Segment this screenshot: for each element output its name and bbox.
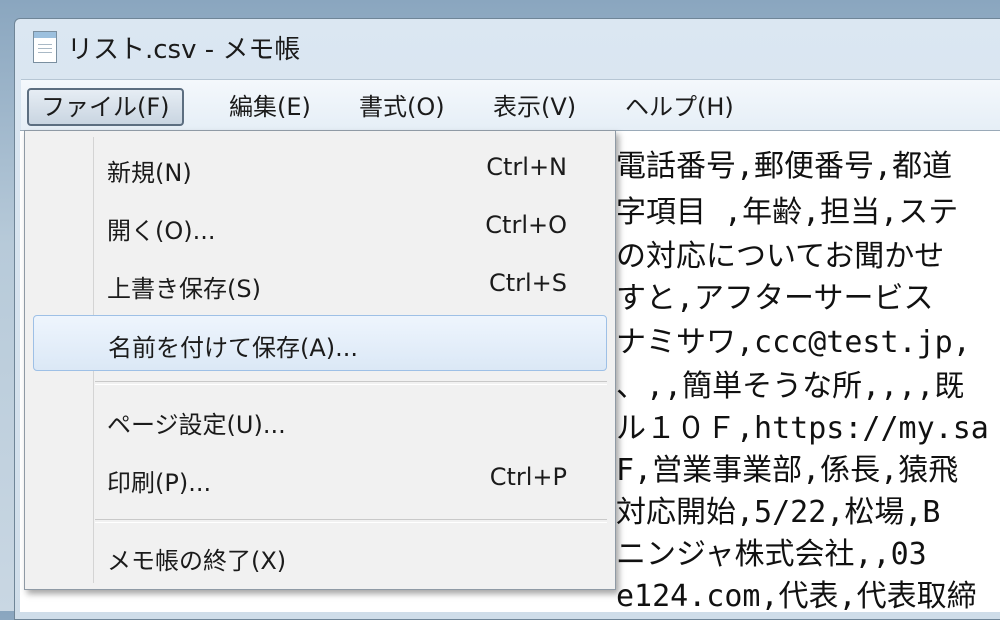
menu-file[interactable]: ファイル(F) (27, 88, 184, 126)
editor-line: の対応についてお聞かせ (616, 239, 945, 274)
menu-item-shortcut: Ctrl+P (489, 463, 567, 491)
menu-separator (95, 381, 607, 385)
editor-line: ル１０Ｆ,https://my.sa (616, 411, 989, 446)
menu-item-save[interactable]: 上書き保存(S) Ctrl+S (33, 257, 607, 311)
menu-item-page-setup[interactable]: ページ設定(U)... (33, 393, 607, 447)
menu-item-label: ページ設定(U)... (107, 411, 286, 439)
menu-separator (95, 519, 607, 523)
editor-line: ナミサワ,ccc@test.jp, (616, 325, 971, 360)
window-title: リスト.csv - メモ帳 (67, 35, 301, 65)
menu-item-shortcut: Ctrl+S (488, 269, 567, 297)
menu-item-label: 印刷(P)... (107, 469, 212, 497)
title-bar: リスト.csv - メモ帳 (15, 19, 1000, 75)
menu-item-shortcut: Ctrl+N (486, 153, 567, 181)
menu-item-label: メモ帳の終了(X) (107, 547, 287, 575)
editor-line: 字項目 ,年齢,担当,ステ (616, 195, 959, 230)
menu-item-label: 名前を付けて保存(A)... (108, 334, 359, 362)
menu-format[interactable]: 書式(O) (347, 88, 457, 126)
file-menu-dropdown: 新規(N) Ctrl+N 開く(O)... Ctrl+O 上書き保存(S) Ct… (24, 130, 616, 590)
menu-item-open[interactable]: 開く(O)... Ctrl+O (33, 199, 607, 253)
menu-item-label: 新規(N) (107, 159, 192, 187)
menu-item-label: 開く(O)... (107, 217, 216, 245)
editor-line: e124.com,代表,代表取締 (616, 579, 977, 612)
menu-item-save-as[interactable]: 名前を付けて保存(A)... (33, 315, 607, 371)
editor-line: F,営業事業部,係長,猿飛 (616, 453, 959, 488)
menu-item-exit[interactable]: メモ帳の終了(X) (33, 529, 607, 583)
editor-line: 、,,簡単そうな所,,,,既 (616, 369, 965, 404)
menu-item-shortcut: Ctrl+O (485, 211, 567, 239)
editor-line: ニンジャ株式会社,,03 (616, 537, 927, 572)
menu-item-label: 上書き保存(S) (107, 275, 261, 303)
menu-help[interactable]: ヘルプ(H) (613, 88, 746, 126)
menu-edit[interactable]: 編集(E) (217, 88, 323, 126)
menu-item-print[interactable]: 印刷(P)... Ctrl+P (33, 451, 607, 505)
menu-bar: ファイル(F) 編集(E) 書式(O) 表示(V) ヘルプ(H) (21, 79, 1000, 132)
notepad-icon[interactable] (33, 31, 57, 63)
editor-line: 対応開始,5/22,松場,B (616, 495, 941, 530)
menu-item-new[interactable]: 新規(N) Ctrl+N (33, 141, 607, 195)
menu-view[interactable]: 表示(V) (481, 88, 588, 126)
editor-line: 電話番号,郵便番号,都道 (616, 149, 953, 184)
editor-line: すと,アフターサービス (616, 281, 934, 316)
